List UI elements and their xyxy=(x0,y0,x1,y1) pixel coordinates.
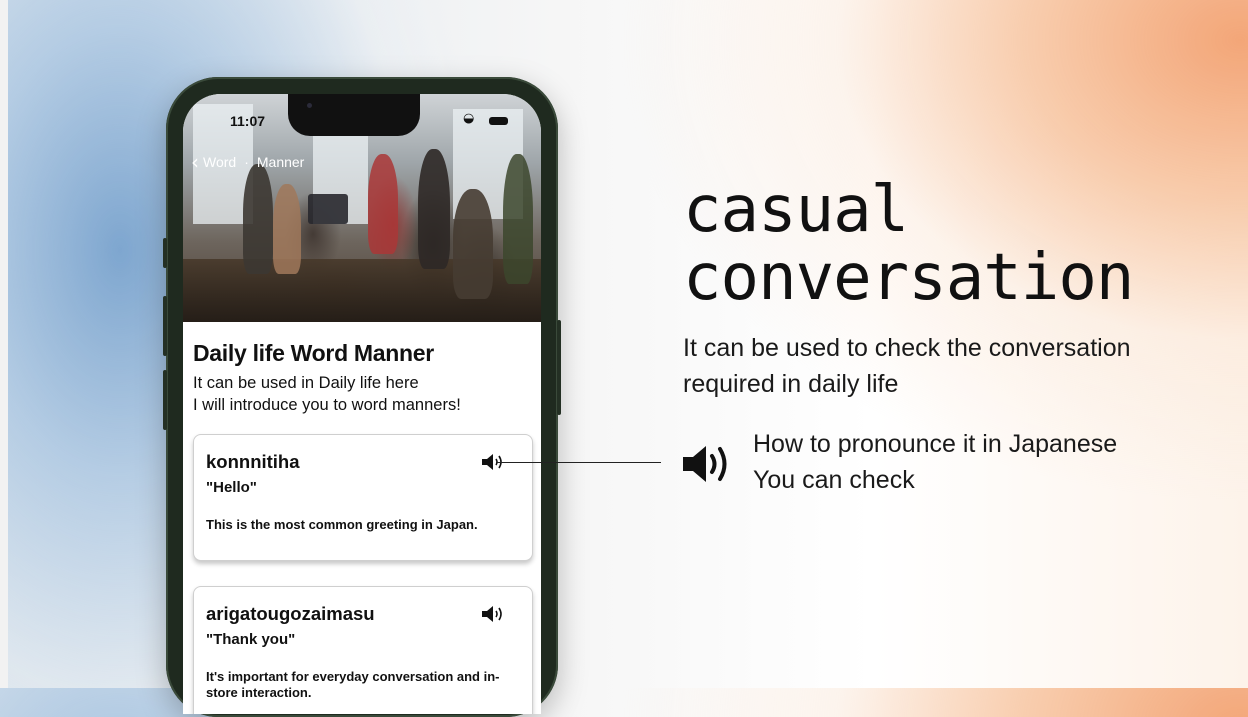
promo-subtitle-line-2: required in daily life xyxy=(683,370,899,398)
phone-mute-switch xyxy=(163,238,167,268)
battery-icon xyxy=(489,117,508,125)
wifi-icon: ◒ xyxy=(463,111,475,126)
phrase-description: This is the most common greeting in Japa… xyxy=(206,517,478,532)
page-description: It can be used in Daily life here I will… xyxy=(193,372,533,416)
callout-line xyxy=(496,462,661,463)
phrase-word: konnnitiha xyxy=(206,451,300,472)
pronunciation-note-line-1: How to pronounce it in Japanese xyxy=(753,430,1118,458)
promo-headline-line-1: casual xyxy=(683,173,909,247)
promo-subtitle-line-1: It can be used to check the conversation xyxy=(683,334,1131,362)
left-margin-strip xyxy=(0,0,8,688)
phrase-card: konnnitiha "Hello" This is the most comm… xyxy=(193,434,533,561)
phone-volume-down xyxy=(163,370,167,430)
phrase-meaning: "Thank you" xyxy=(206,631,296,648)
chevron-left-icon: ‹ xyxy=(191,150,199,174)
phone-power-button xyxy=(557,320,561,415)
breadcrumb-word: Word xyxy=(203,154,237,170)
breadcrumb-separator: · xyxy=(244,154,249,170)
page-title: Daily life Word Manner xyxy=(193,340,434,366)
phrase-description: It's important for everyday conversation… xyxy=(206,669,500,700)
speaker-icon[interactable] xyxy=(480,603,506,625)
phrase-meaning: "Hello" xyxy=(206,479,257,496)
pronunciation-note-line-2: You can check xyxy=(753,466,915,494)
phone-volume-up xyxy=(163,296,167,356)
phrase-word: arigatougozaimasu xyxy=(206,603,375,624)
page-description-line-2: I will introduce you to word manners! xyxy=(193,396,461,414)
back-button[interactable]: ‹ Word · Manner xyxy=(191,152,304,172)
phrase-card: arigatougozaimasu "Thank you" It's impor… xyxy=(193,586,533,714)
camera-dot xyxy=(307,103,312,108)
status-time: 11:07 xyxy=(230,113,266,129)
promo-headline-line-2: conversation xyxy=(683,241,1134,315)
pronunciation-note: How to pronounce it in Japanese You can … xyxy=(753,426,1213,498)
page-description-line-1: It can be used in Daily life here xyxy=(193,374,419,392)
phone-notch xyxy=(288,94,420,136)
promo-subtitle: It can be used to check the conversation… xyxy=(683,330,1203,402)
breadcrumb-manner: Manner xyxy=(256,154,305,170)
phone-screen: 11:07 ◒ ‹ Word · Manner Daily life Word … xyxy=(183,94,541,714)
speaker-icon xyxy=(683,446,727,482)
promo-headline: casual conversation xyxy=(683,173,1134,315)
